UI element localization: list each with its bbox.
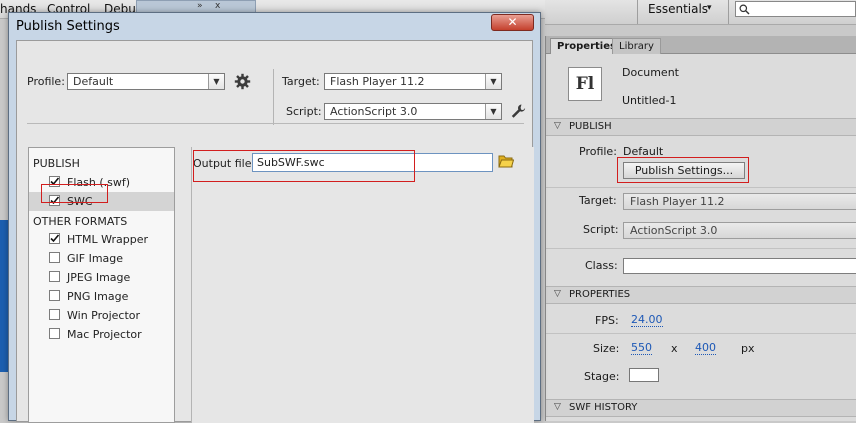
- stage-color-swatch[interactable]: [629, 368, 659, 382]
- section-swf-history[interactable]: ▽ SWF HISTORY: [546, 399, 856, 417]
- stage-label: Stage:: [584, 370, 620, 383]
- target-dropdown[interactable]: Flash Player 11.2: [623, 193, 856, 210]
- size-separator: x: [671, 342, 678, 355]
- script-dropdown[interactable]: ActionScript 3.0: [623, 222, 856, 239]
- profile-label: Profile:: [27, 75, 65, 88]
- separator: [273, 69, 274, 125]
- target-dropdown[interactable]: Flash Player 11.2 ▼: [324, 73, 502, 90]
- tab-library[interactable]: Library: [612, 38, 661, 54]
- script-label: Script:: [583, 223, 619, 236]
- target-label: Target:: [282, 75, 320, 88]
- section-title: PROPERTIES: [569, 289, 631, 300]
- list-item-jpeg-image[interactable]: JPEG Image: [29, 268, 174, 287]
- list-item-mac-projector[interactable]: Mac Projector: [29, 325, 174, 344]
- list-item-html-wrapper[interactable]: HTML Wrapper: [29, 230, 174, 249]
- close-icon[interactable]: x: [215, 1, 220, 11]
- highlight-box: [193, 150, 415, 182]
- document-type-label: Document: [622, 66, 679, 79]
- collapse-icon[interactable]: »: [197, 1, 203, 11]
- separator: [728, 0, 729, 24]
- collapse-triangle-icon: ▽: [554, 402, 561, 412]
- list-item-png-image[interactable]: PNG Image: [29, 287, 174, 306]
- wrench-icon[interactable]: [510, 103, 526, 119]
- script-value: ActionScript 3.0: [330, 105, 418, 118]
- properties-panel: Properties Library Fl Document Untitled-…: [545, 36, 856, 421]
- size-unit: px: [741, 342, 755, 355]
- jpeg-image-checkbox[interactable]: [49, 271, 60, 282]
- item-label: GIF Image: [67, 252, 124, 265]
- divider: [546, 187, 856, 188]
- divider: [546, 333, 856, 334]
- workspace-switcher[interactable]: Essentials: [648, 2, 708, 16]
- chevron-down-icon[interactable]: ▾: [707, 3, 712, 13]
- divider: [27, 123, 524, 124]
- item-label: PNG Image: [67, 290, 129, 303]
- item-label: JPEG Image: [67, 271, 131, 284]
- search-icon: [739, 4, 750, 15]
- document-name: Untitled-1: [622, 94, 677, 107]
- flash-document-icon: Fl: [568, 67, 602, 101]
- script-dropdown[interactable]: ActionScript 3.0 ▼: [324, 103, 502, 120]
- publish-settings-dialog: Publish Settings ✕ Profile: Default ▼ Ta…: [8, 12, 541, 423]
- profile-label: Profile:: [579, 145, 617, 158]
- chevron-down-icon: ▼: [485, 104, 501, 119]
- chevron-down-icon: ▼: [208, 74, 224, 89]
- close-button[interactable]: ✕: [491, 14, 534, 31]
- highlight-box: [617, 157, 749, 183]
- win-projector-checkbox[interactable]: [49, 309, 60, 320]
- target-value: Flash Player 11.2: [330, 75, 425, 88]
- checkmark-icon: [50, 234, 59, 243]
- section-publish[interactable]: ▽ PUBLISH: [546, 118, 856, 136]
- item-label: HTML Wrapper: [67, 233, 149, 246]
- target-label: Target:: [579, 194, 617, 207]
- html-wrapper-checkbox[interactable]: [49, 233, 60, 244]
- divider: [546, 248, 856, 249]
- png-image-checkbox[interactable]: [49, 290, 60, 301]
- settings-pane: [191, 147, 534, 423]
- highlight-box: [41, 184, 108, 203]
- gear-icon[interactable]: [234, 73, 251, 90]
- chevron-down-icon: ▼: [485, 74, 501, 89]
- list-item-win-projector[interactable]: Win Projector: [29, 306, 174, 325]
- item-label: Win Projector: [67, 309, 141, 322]
- collapse-triangle-icon: ▽: [554, 121, 561, 131]
- workspace-bar: Essentials ▾: [545, 0, 856, 25]
- mac-projector-checkbox[interactable]: [49, 328, 60, 339]
- class-input[interactable]: [623, 258, 856, 274]
- other-formats-header: OTHER FORMATS: [33, 215, 128, 228]
- section-properties[interactable]: ▽ PROPERTIES: [546, 286, 856, 304]
- size-label: Size:: [593, 342, 620, 355]
- separator: [637, 0, 638, 24]
- panel-tabs: Properties Library: [546, 36, 856, 54]
- gif-image-checkbox[interactable]: [49, 252, 60, 263]
- script-label: Script:: [286, 105, 322, 118]
- size-width-value[interactable]: 550: [631, 342, 652, 355]
- fps-value[interactable]: 24.00: [631, 314, 663, 327]
- profile-value: Default: [73, 75, 114, 88]
- dialog-title: Publish Settings: [16, 19, 120, 34]
- item-label: Mac Projector: [67, 328, 142, 341]
- dialog-body: Profile: Default ▼ Target: Flash Player …: [16, 40, 534, 423]
- fps-label: FPS:: [595, 314, 619, 327]
- section-title: PUBLISH: [569, 121, 612, 132]
- class-label: Class:: [585, 259, 618, 272]
- collapse-triangle-icon: ▽: [554, 289, 561, 299]
- section-title: SWF HISTORY: [569, 402, 638, 413]
- list-item-gif-image[interactable]: GIF Image: [29, 249, 174, 268]
- size-height-value[interactable]: 400: [695, 342, 716, 355]
- profile-dropdown[interactable]: Default ▼: [67, 73, 225, 90]
- folder-icon[interactable]: [498, 153, 514, 169]
- publish-category-header: PUBLISH: [33, 157, 80, 170]
- help-search-input[interactable]: [735, 1, 856, 17]
